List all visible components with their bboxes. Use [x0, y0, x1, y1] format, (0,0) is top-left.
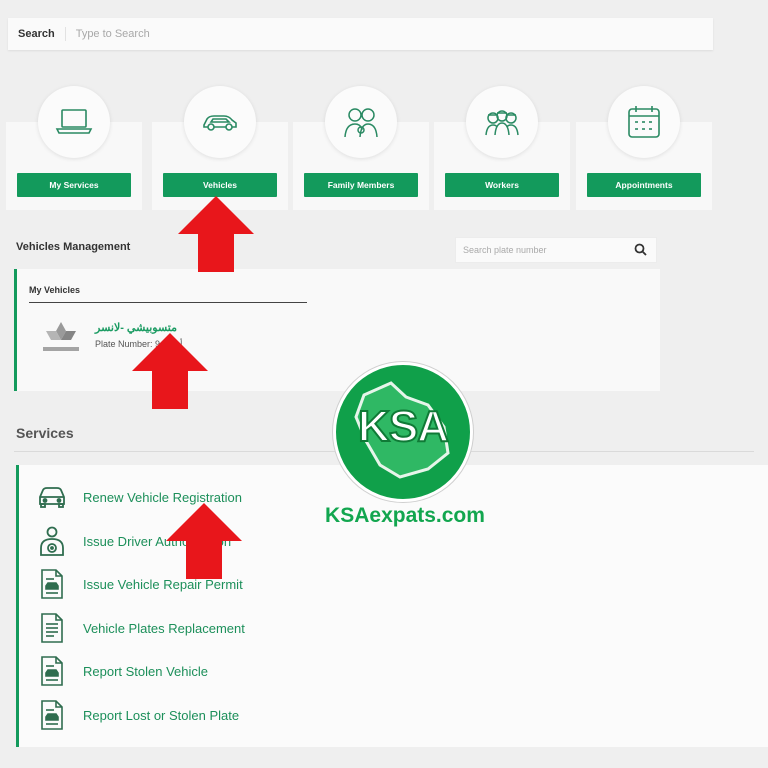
driver-icon: [37, 525, 67, 557]
card-icon-circle: [466, 86, 538, 158]
calendar-icon: [628, 106, 660, 138]
family-icon: [344, 108, 378, 138]
card-icon-circle: [608, 86, 680, 158]
family-members-button[interactable]: Family Members: [304, 173, 418, 197]
car-front-icon: [37, 481, 67, 513]
service-label: Vehicle Plates Replacement: [83, 620, 245, 636]
my-vehicles-label: My Vehicles: [29, 285, 81, 295]
my-services-button[interactable]: My Services: [17, 173, 131, 197]
vehicles-management-title: Vehicles Management: [16, 241, 131, 253]
card-appointments[interactable]: Appointments: [576, 86, 712, 210]
car-icon: [203, 115, 237, 131]
document-car-icon: [37, 568, 67, 600]
mitsubishi-logo-icon: [43, 322, 79, 351]
my-vehicles-underline: [29, 302, 307, 303]
ksa-site-text: KSAexpats.com: [325, 504, 485, 527]
service-report-stolen-vehicle[interactable]: Report Stolen Vehicle: [37, 654, 208, 688]
card-icon-circle: [184, 86, 256, 158]
red-arrow-vehicles: [178, 196, 254, 272]
plate-search-input[interactable]: [456, 244, 630, 256]
category-cards: My Services Vehicles Family Members Work…: [6, 84, 726, 214]
card-icon-circle: [325, 86, 397, 158]
appointments-button[interactable]: Appointments: [587, 173, 701, 197]
card-my-services[interactable]: My Services: [6, 86, 142, 210]
workers-button[interactable]: Workers: [445, 173, 559, 197]
card-icon-circle: [38, 86, 110, 158]
service-label: Report Stolen Vehicle: [83, 663, 209, 679]
search-label: Search: [8, 27, 66, 41]
red-arrow-renew: [166, 503, 242, 579]
search-bar: Search: [8, 18, 713, 50]
services-title: Services: [16, 425, 74, 441]
search-input[interactable]: [65, 27, 678, 41]
plate-search-box: [455, 237, 657, 263]
service-vehicle-plates-replacement[interactable]: Vehicle Plates Replacement: [37, 611, 245, 645]
service-report-lost-or-stolen-plate[interactable]: Report Lost or Stolen Plate: [37, 698, 239, 732]
document-car-icon: [37, 699, 67, 731]
vehicles-button[interactable]: Vehicles: [163, 173, 277, 197]
search-icon[interactable]: [634, 243, 647, 256]
document-icon: [37, 612, 67, 644]
document-car-icon: [37, 655, 67, 687]
service-label: Report Lost or Stolen Plate: [83, 707, 240, 723]
red-arrow-vehicle: [132, 333, 208, 409]
laptop-icon: [55, 109, 93, 134]
ksa-logo-text: KSA: [357, 401, 450, 452]
card-family-members[interactable]: Family Members: [293, 86, 429, 210]
card-workers[interactable]: Workers: [434, 86, 570, 210]
ksa-watermark-logo: KSA KSAexpats.com: [310, 362, 500, 534]
workers-icon: [485, 110, 519, 136]
